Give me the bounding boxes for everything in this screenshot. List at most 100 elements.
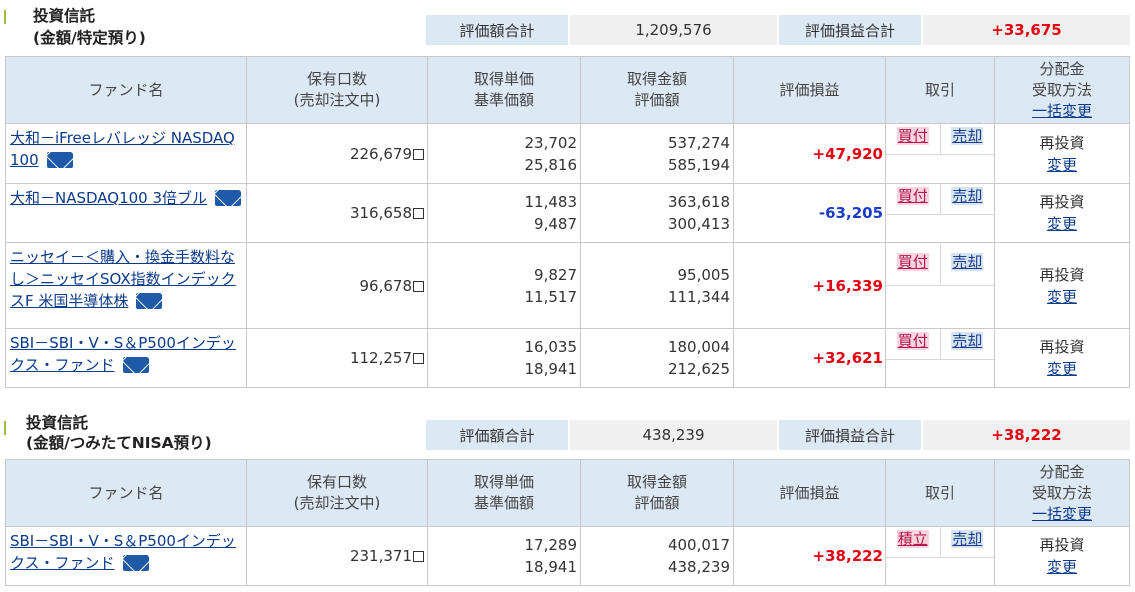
change-link[interactable]: 変更 <box>1047 156 1077 174</box>
col-holding: 保有口数 (売却注文中) <box>246 56 428 124</box>
mail-icon[interactable] <box>122 357 149 373</box>
col-pl: 評価損益 <box>733 56 886 124</box>
bulk-change-link[interactable]: 一括変更 <box>1032 505 1092 523</box>
dist-method: 再投資 <box>1039 536 1085 554</box>
pl-value: -63,205 <box>733 183 886 243</box>
dist-method: 再投資 <box>1039 133 1085 152</box>
buy-button[interactable]: 買付 <box>896 127 929 145</box>
acq-price: 17,289 <box>524 536 578 554</box>
total-value-label: 評価額合計 <box>426 15 568 45</box>
fund-link[interactable]: 大和－NASDAQ100 3倍ブル <box>10 189 207 207</box>
base-price: 18,941 <box>524 558 578 576</box>
fund-link[interactable]: ニッセイ－＜購入・換金手数料なし＞ニッセイSOX指数インデックスF 米国半導体株 <box>10 248 236 310</box>
col-holding: 保有口数 (売却注文中) <box>246 459 428 527</box>
table-header: ファンド名 保有口数 (売却注文中) 取得単価 基準価額 取得金額 評価額 評価損益 … <box>5 459 1130 527</box>
fund-link[interactable]: 大和－iFreeレバレッジ NASDAQ100 <box>10 129 235 169</box>
sell-button[interactable]: 売却 <box>951 530 984 548</box>
col-distribution: 分配金 受取方法 一括変更 <box>994 56 1130 124</box>
section-marker <box>4 421 6 435</box>
total-value: 1,209,576 <box>570 15 777 45</box>
acq-amount: 400,017 <box>667 536 730 554</box>
table-row: 大和－NASDAQ100 3倍ブル 316,658 11,483 9,487 36… <box>5 183 1130 243</box>
total-pl-label: 評価損益合計 <box>779 420 921 450</box>
col-distribution: 分配金 受取方法 一括変更 <box>994 459 1130 527</box>
acq-amount: 95,005 <box>677 265 731 284</box>
acq-price: 11,483 <box>524 193 578 211</box>
table-row: 大和－iFreeレバレッジ NASDAQ100 226,679 23,702 25… <box>5 123 1130 184</box>
col-trade: 取引 <box>885 56 995 124</box>
mail-icon[interactable] <box>215 190 242 206</box>
total-pl-label: 評価損益合計 <box>779 15 921 45</box>
mail-icon[interactable] <box>122 555 149 571</box>
units: 112,257 <box>349 349 412 367</box>
value: 111,344 <box>667 287 730 306</box>
change-link[interactable]: 変更 <box>1047 558 1077 576</box>
section-title: 投資信託 <box>26 414 89 432</box>
section-subtitle: (金額/つみたてNISA預り) <box>26 434 212 452</box>
mail-icon[interactable] <box>136 293 163 309</box>
pl-value: +38,222 <box>733 526 886 586</box>
change-link[interactable]: 変更 <box>1047 288 1077 306</box>
acq-amount: 180,004 <box>667 338 730 356</box>
dist-method: 再投資 <box>1039 338 1085 356</box>
sell-button[interactable]: 売却 <box>951 253 984 271</box>
pl-value: +16,339 <box>733 242 886 329</box>
table-row: SBI－SBI・V・S＆P500インデックス・ファンド 231,371 17,2… <box>5 526 1130 586</box>
accumulate-button[interactable]: 積立 <box>896 530 929 548</box>
section-header: 投資信託 (金額/特定預り) 評価額合計 1,209,576 評価損益合計 +3… <box>0 0 1135 56</box>
buy-button[interactable]: 買付 <box>896 332 929 350</box>
checkbox-icon[interactable] <box>413 148 424 160</box>
holdings-table: ファンド名 保有口数 (売却注文中) 取得単価 基準価額 取得金額 評価額 評価損益 … <box>5 459 1130 586</box>
col-amount: 取得金額 評価額 <box>580 56 734 124</box>
buy-button[interactable]: 買付 <box>896 187 929 205</box>
pl-value: +32,621 <box>733 328 886 388</box>
col-pl: 評価損益 <box>733 459 886 527</box>
acq-price: 16,035 <box>524 338 578 356</box>
buy-button[interactable]: 買付 <box>896 253 929 271</box>
value: 212,625 <box>667 360 730 378</box>
dist-method: 再投資 <box>1039 265 1085 284</box>
bulk-change-link[interactable]: 一括変更 <box>1032 102 1092 120</box>
acq-price: 23,702 <box>524 133 578 152</box>
total-value: 438,239 <box>570 420 777 450</box>
col-unit-price: 取得単価 基準価額 <box>427 459 581 527</box>
col-fund-name: ファンド名 <box>5 56 247 124</box>
checkbox-icon[interactable] <box>413 353 424 364</box>
table-row: SBI－SBI・V・S＆P500インデックス・ファンド 112,257 16,0… <box>5 328 1130 388</box>
portfolio-page: 投資信託 (金額/特定預り) 評価額合計 1,209,576 評価損益合計 +3… <box>0 0 1135 592</box>
section-nisa: 投資信託 (金額/つみたてNISA預り) 評価額合計 438,239 評価損益合… <box>0 411 1135 586</box>
value: 585,194 <box>667 155 730 174</box>
base-price: 11,517 <box>524 287 578 306</box>
col-fund-name: ファンド名 <box>5 459 247 527</box>
section-subtitle: (金額/特定預り) <box>33 29 146 47</box>
change-link[interactable]: 変更 <box>1047 360 1077 378</box>
sell-button[interactable]: 売却 <box>951 127 984 145</box>
total-pl: +33,675 <box>923 15 1130 45</box>
acq-amount: 537,274 <box>667 133 730 152</box>
mail-icon[interactable] <box>46 152 73 168</box>
pl-value: +47,920 <box>733 123 886 184</box>
acq-price: 9,827 <box>534 265 577 284</box>
holdings-table: ファンド名 保有口数 (売却注文中) 取得単価 基準価額 取得金額 評価額 評価損益 … <box>5 56 1130 388</box>
table-header: ファンド名 保有口数 (売却注文中) 取得単価 基準価額 取得金額 評価額 評価損益 … <box>5 56 1130 124</box>
base-price: 18,941 <box>524 360 578 378</box>
value: 300,413 <box>667 215 730 233</box>
sell-button[interactable]: 売却 <box>951 187 984 205</box>
sell-button[interactable]: 売却 <box>951 332 984 350</box>
change-link[interactable]: 変更 <box>1047 215 1077 233</box>
acq-amount: 363,618 <box>667 193 730 211</box>
section-tokutei: 投資信託 (金額/特定預り) 評価額合計 1,209,576 評価損益合計 +3… <box>0 0 1135 388</box>
section-marker <box>4 10 6 24</box>
units: 226,679 <box>349 144 412 163</box>
table-row: ニッセイ－＜購入・換金手数料なし＞ニッセイSOX指数インデックスF 米国半導体株… <box>5 242 1130 329</box>
col-amount: 取得金額 評価額 <box>580 459 734 527</box>
col-unit-price: 取得単価 基準価額 <box>427 56 581 124</box>
checkbox-icon[interactable] <box>413 551 424 562</box>
total-value-label: 評価額合計 <box>426 420 568 450</box>
dist-method: 再投資 <box>1039 193 1085 211</box>
units: 316,658 <box>349 204 412 222</box>
section-title: 投資信託 <box>33 7 96 25</box>
units: 231,371 <box>349 547 412 565</box>
checkbox-icon[interactable] <box>413 208 424 219</box>
checkbox-icon[interactable] <box>413 280 424 292</box>
